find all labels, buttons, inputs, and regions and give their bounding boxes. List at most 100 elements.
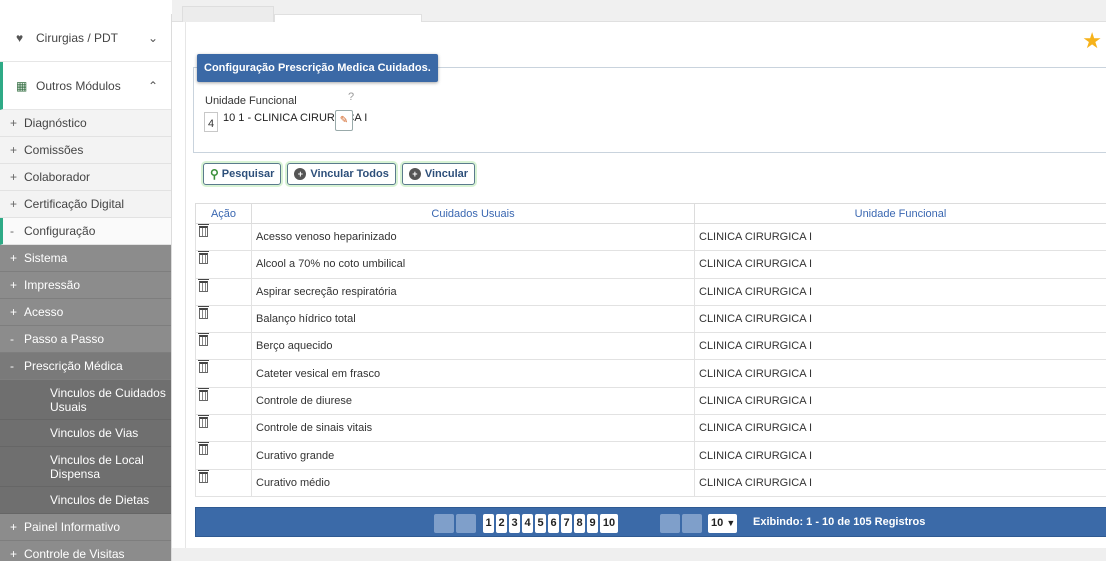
sidebar-item-label: Colaborador — [24, 170, 91, 184]
page-4-button[interactable]: 4 — [522, 514, 533, 533]
edit-unidade-button[interactable]: ✎ — [335, 110, 353, 131]
sidebar-subitem-vinculos-de-cuidados-usuais[interactable]: Vinculos de Cuidados Usuais — [0, 380, 171, 420]
sidebar-item-prefix: + — [10, 547, 18, 561]
sidebar-item-label: Configuração — [24, 224, 96, 238]
table-row: Alcool a 70% no coto umbilical CLINICA CI… — [195, 250, 1106, 279]
sidebar-item-sistema[interactable]: + Sistema — [0, 245, 171, 272]
sidebar-item-label: Controle de Visitas — [24, 547, 125, 561]
sidebar-item-configuracao[interactable]: - Configuração — [0, 218, 171, 245]
sidebar-item-label: Painel Informativo — [24, 520, 121, 534]
page-3-button[interactable]: 3 — [509, 514, 520, 533]
sidebar-item-prefix: - — [10, 359, 14, 373]
sidebar-item-comissoes[interactable]: + Comissões — [0, 137, 171, 164]
page-7-button[interactable]: 7 — [561, 514, 572, 533]
pesquisar-button[interactable]: ⚲ Pesquisar — [203, 163, 282, 185]
heart-icon: ♥ — [16, 30, 24, 45]
unidade-cell: CLINICA CIRURGICA I — [694, 359, 1106, 388]
main-content: ★ Configuração Prescrição Medica Cuidado… — [185, 22, 1106, 548]
trash-icon[interactable] — [198, 387, 209, 401]
page-5-button[interactable]: 5 — [535, 514, 546, 533]
sidebar-subitem-vinculos-de-vias[interactable]: Vinculos de Vias — [0, 420, 171, 447]
star-icon[interactable]: ★ — [1082, 28, 1102, 54]
next-page-button[interactable] — [660, 514, 680, 533]
sidebar-item-acesso[interactable]: + Acesso — [0, 299, 171, 326]
sidebar-item-label: Prescrição Médica — [24, 359, 123, 373]
table-row: Curativo médio CLINICA CIRURGICA I — [195, 468, 1106, 497]
sidebar-subitem-label: Vinculos de Vias — [50, 426, 139, 440]
sidebar-item-certificacao-digital[interactable]: + Certificação Digital — [0, 191, 171, 218]
sidebar-outros-modulos[interactable]: ▦ Outros Módulos ⌃ — [0, 62, 171, 110]
page-6-button[interactable]: 6 — [548, 514, 559, 533]
trash-icon[interactable] — [198, 360, 209, 374]
action-cell — [195, 250, 252, 279]
col-cuidados-usuais[interactable]: Cuidados Usuais — [251, 203, 695, 224]
pencil-icon: ✎ — [339, 115, 349, 126]
table-row: Cateter vesical em frasco CLINICA CIRURGI… — [195, 359, 1106, 388]
trash-icon[interactable] — [198, 333, 209, 347]
trash-icon[interactable] — [198, 224, 209, 237]
sidebar-item-prefix: + — [10, 116, 18, 130]
sidebar-subitem-vinculos-de-dietas[interactable]: Vinculos de Dietas — [0, 487, 171, 514]
tab-current[interactable] — [274, 14, 422, 22]
page-1-button[interactable]: 1 — [483, 514, 494, 533]
action-cell — [195, 441, 252, 470]
chevron-up-icon[interactable]: ⌃ — [147, 79, 159, 93]
trash-icon[interactable] — [198, 415, 209, 429]
sidebar-cirurgias-label: Cirurgias / PDT — [36, 30, 119, 45]
cuidado-cell: Curativo médio — [251, 468, 695, 497]
bottom-strip — [172, 548, 1106, 561]
action-toolbar: ⚲ Pesquisar + Vincular Todos + Vincular — [203, 163, 476, 185]
table-row: Acesso venoso heparinizado CLINICA CIRURG… — [195, 222, 1106, 252]
sidebar-subitem-label: Vinculos de Cuidados Usuais — [50, 385, 166, 414]
sidebar-cirurgias[interactable]: ♥ Cirurgias / PDT ⌄ — [0, 14, 171, 62]
unidade-code-field[interactable]: 4 — [204, 112, 218, 132]
help-icon[interactable]: ? — [348, 91, 354, 103]
col-acao[interactable]: Ação — [195, 203, 252, 224]
sidebar-item-diagnostico[interactable]: + Diagnóstico — [0, 110, 171, 137]
chevron-down-icon: ▼ — [726, 518, 736, 528]
action-cell — [195, 468, 252, 497]
sidebar-item-prefix: + — [10, 143, 18, 157]
page-2-button[interactable]: 2 — [496, 514, 507, 533]
sidebar-item-painel-informativo[interactable]: + Painel Informativo — [0, 514, 171, 541]
sidebar-outros-label: Outros Módulos — [36, 78, 121, 93]
records-info: Exibindo: 1 - 10 de 105 Registros — [753, 516, 926, 528]
sidebar-item-colaborador[interactable]: + Colaborador — [0, 164, 171, 191]
panel-title: Configuração Prescrição Medica Cuidados. — [197, 54, 438, 82]
trash-icon[interactable] — [198, 278, 209, 292]
sidebar-item-label: Sistema — [24, 251, 68, 265]
prev-page-button[interactable] — [456, 514, 476, 533]
sidebar-item-impressao[interactable]: + Impressão — [0, 272, 171, 299]
vincular-todos-button[interactable]: + Vincular Todos — [287, 163, 396, 185]
sidebar-item-label: Passo a Passo — [24, 332, 105, 346]
trash-icon[interactable] — [198, 305, 209, 319]
page-10-button[interactable]: 10 — [600, 514, 618, 533]
sidebar-item-prescricao-medica[interactable]: - Prescrição Médica — [0, 353, 171, 380]
sidebar-item-label: Comissões — [24, 143, 84, 157]
sidebar-item-prefix: + — [10, 305, 18, 319]
trash-icon[interactable] — [198, 251, 209, 265]
sidebar-item-controle-de-visitas[interactable]: + Controle de Visitas — [0, 541, 171, 561]
col-unidade-funcional[interactable]: Unidade Funcional — [694, 203, 1106, 224]
last-page-button[interactable] — [682, 514, 702, 533]
sidebar-item-passo-a-passo[interactable]: - Passo a Passo — [0, 326, 171, 353]
tab-previous[interactable] — [182, 6, 274, 22]
first-page-button[interactable] — [434, 514, 454, 533]
cuidados-table: Ação Cuidados Usuais Unidade Funcional A… — [195, 203, 1106, 497]
vincular-label: Vincular — [424, 168, 469, 180]
sidebar-subitem-vinculos-de-local-dispensa[interactable]: Vinculos de Local Dispensa — [0, 447, 171, 487]
sidebar-item-prefix: - — [10, 332, 14, 346]
page-8-button[interactable]: 8 — [574, 514, 585, 533]
trash-icon[interactable] — [198, 442, 209, 456]
pesquisar-label: Pesquisar — [221, 168, 275, 180]
vincular-button[interactable]: + Vincular — [401, 163, 476, 185]
pagination-bar: 1 2 3 4 5 6 7 8 9 10 10 ▼ Exibindo: 1 - 10 de 105… — [195, 507, 1106, 537]
sidebar-item-prefix: + — [10, 197, 18, 211]
table-row: Controle de diurese CLINICA CIRURGICA I — [195, 386, 1106, 416]
plus-circle-icon: + — [294, 168, 307, 180]
page-9-button[interactable]: 9 — [587, 514, 598, 533]
trash-icon[interactable] — [198, 469, 209, 483]
page-size-select[interactable]: 10 ▼ — [708, 514, 737, 533]
unidade-cell: CLINICA CIRURGICA I — [694, 222, 1106, 252]
chevron-down-icon[interactable]: ⌄ — [147, 31, 159, 45]
